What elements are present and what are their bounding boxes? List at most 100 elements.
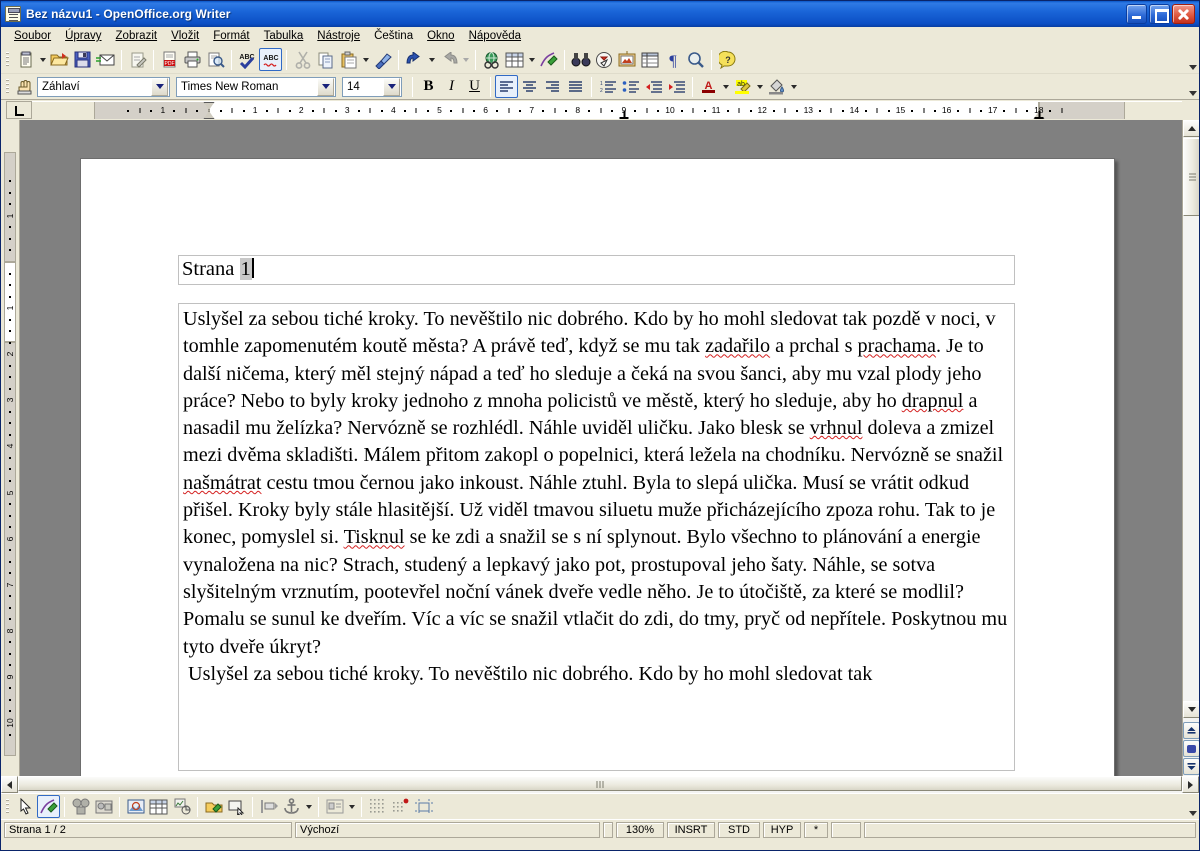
toolbar-grip[interactable] (4, 796, 11, 817)
new-document-icon[interactable] (14, 48, 37, 71)
status-signature[interactable] (831, 821, 861, 838)
align-justified-icon[interactable] (564, 75, 587, 98)
helplines-icon[interactable] (412, 795, 435, 818)
save-icon[interactable] (71, 48, 94, 71)
minimize-button[interactable] (1126, 4, 1147, 24)
increase-indent-icon[interactable] (665, 75, 688, 98)
grid-visible-icon[interactable] (366, 795, 389, 818)
redo-dropdown-icon[interactable] (460, 49, 471, 71)
scroll-down-button[interactable] (1183, 701, 1199, 718)
show-draw-functions-icon[interactable] (537, 48, 560, 71)
scroll-left-button[interactable] (1, 776, 18, 793)
status-modified[interactable]: * (804, 821, 828, 838)
tab-stop-marker-2[interactable] (1034, 111, 1044, 119)
email-document-icon[interactable] (94, 48, 117, 71)
align-center-icon[interactable] (518, 75, 541, 98)
toolbar-overflow-button[interactable] (1186, 74, 1199, 99)
body-text[interactable]: Uslyšel za sebou tiché kroky. To nevěšti… (179, 304, 1014, 688)
menu-nastroje[interactable]: Nástroje (310, 29, 367, 43)
horizontal-scrollbar[interactable] (18, 776, 1182, 793)
navigator-icon[interactable] (592, 48, 615, 71)
new-document-dropdown-icon[interactable] (37, 49, 48, 71)
page-header-frame[interactable]: Strana 1 (178, 255, 1015, 285)
apply-style-icon[interactable] (14, 75, 37, 98)
font-color-icon[interactable]: A (697, 75, 720, 98)
cut-icon[interactable] (291, 48, 314, 71)
paragraph-style-dropdown-icon[interactable] (151, 77, 168, 96)
font-name-dropdown-icon[interactable] (317, 77, 334, 96)
menu-cestina[interactable]: Čeština (367, 29, 420, 43)
status-page-style[interactable]: Výchozí (295, 821, 600, 838)
fontwork-gallery-icon[interactable] (92, 795, 115, 818)
wrap-icon[interactable] (323, 795, 346, 818)
horizontal-scroll-thumb[interactable] (18, 776, 1182, 791)
anchor-icon[interactable] (280, 795, 303, 818)
highlighting-icon[interactable]: ab (731, 75, 754, 98)
copy-icon[interactable] (314, 48, 337, 71)
horizontal-ruler[interactable]: 1 1 2 3 4 5 6 7 8 9 10 11 12 13 14 15 16 17 18 (32, 101, 1182, 119)
menu-napoveda[interactable]: Nápověda (462, 29, 528, 43)
paragraph-style-combo[interactable]: Záhlaví (37, 76, 170, 97)
status-selection-mode[interactable]: STD (718, 821, 760, 838)
toolbar-overflow-button[interactable] (1186, 794, 1199, 819)
zoom-icon[interactable] (684, 48, 707, 71)
open-file-icon[interactable] (48, 48, 71, 71)
help-icon[interactable]: ? (716, 48, 739, 71)
menu-zobrazit[interactable]: Zobrazit (109, 29, 165, 43)
export-pdf-icon[interactable]: PDF (158, 48, 181, 71)
body-paragraph[interactable]: Uslyšel za sebou tiché kroky. To nevěšti… (183, 661, 1011, 688)
snap-to-grid-icon[interactable] (389, 795, 412, 818)
toolbar-grip[interactable] (4, 49, 11, 70)
background-color-icon[interactable] (765, 75, 788, 98)
hyperlink-icon[interactable] (480, 48, 503, 71)
spellcheck-icon[interactable]: ABC (236, 48, 259, 71)
from-file-icon[interactable] (124, 795, 147, 818)
alignment-icon[interactable] (257, 795, 280, 818)
maximize-button[interactable] (1149, 4, 1170, 24)
undo-dropdown-icon[interactable] (426, 49, 437, 71)
wrap-dropdown-icon[interactable] (346, 796, 357, 818)
print-icon[interactable] (181, 48, 204, 71)
toolbar-grip[interactable] (4, 76, 11, 97)
font-size-dropdown-icon[interactable] (383, 77, 400, 96)
anchor-dropdown-icon[interactable] (303, 796, 314, 818)
redo-icon[interactable] (437, 48, 460, 71)
previous-page-button[interactable] (1183, 722, 1199, 739)
toolbar-overflow-button[interactable] (1186, 46, 1199, 73)
font-name-combo[interactable]: Times New Roman (176, 76, 336, 97)
menu-okno[interactable]: Okno (420, 29, 462, 43)
underline-button[interactable]: U (463, 75, 486, 98)
vertical-scrollbar[interactable] (1182, 120, 1199, 776)
close-button[interactable] (1172, 4, 1195, 24)
vertical-scroll-thumb[interactable] (1183, 138, 1199, 216)
numbered-list-icon[interactable]: 1 2 (596, 75, 619, 98)
gallery-icon[interactable] (615, 48, 638, 71)
menu-format[interactable]: Formát (206, 29, 256, 43)
bold-button[interactable]: B (417, 75, 440, 98)
scroll-right-button[interactable] (1182, 776, 1199, 793)
table-icon[interactable] (147, 795, 170, 818)
menu-upravy[interactable]: Úpravy (58, 29, 108, 43)
page-body-frame[interactable]: Uslyšel za sebou tiché kroky. To nevěšti… (178, 303, 1015, 771)
document-canvas[interactable]: Strana 1 Uslyšel za sebou tiché kroky. T… (20, 120, 1182, 776)
edit-file-icon[interactable] (126, 48, 149, 71)
background-color-dropdown-icon[interactable] (788, 76, 799, 98)
status-language[interactable] (603, 821, 613, 838)
tab-stop-left-icon[interactable] (6, 101, 32, 119)
scroll-up-button[interactable] (1183, 120, 1199, 137)
text-box-icon[interactable] (225, 795, 248, 818)
gallery-icon[interactable] (202, 795, 225, 818)
next-page-button[interactable] (1183, 758, 1199, 775)
paste-dropdown-icon[interactable] (360, 49, 371, 71)
print-preview-icon[interactable] (204, 48, 227, 71)
clone-formatting-icon[interactable] (371, 48, 394, 71)
highlighting-dropdown-icon[interactable] (754, 76, 765, 98)
page-number-field[interactable]: 1 (239, 258, 252, 280)
chart-icon[interactable] (170, 795, 193, 818)
find-replace-icon[interactable] (569, 48, 592, 71)
autospellcheck-icon[interactable]: ABC (259, 48, 282, 71)
status-info[interactable] (864, 821, 1196, 838)
show-draw-functions-icon[interactable] (37, 795, 60, 818)
body-paragraph[interactable]: Uslyšel za sebou tiché kroky. To nevěšti… (183, 306, 1011, 661)
menu-tabulka[interactable]: Tabulka (257, 29, 311, 43)
